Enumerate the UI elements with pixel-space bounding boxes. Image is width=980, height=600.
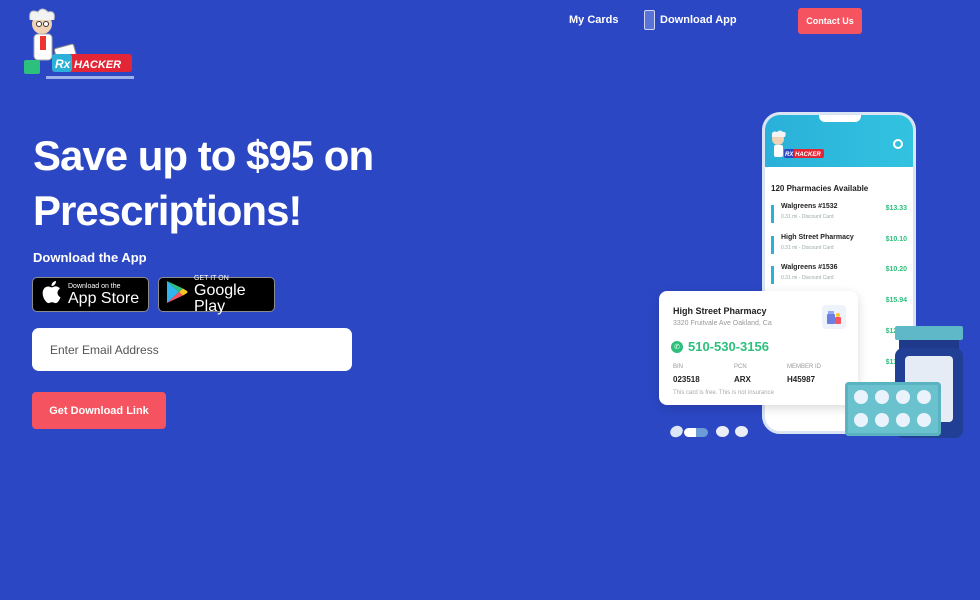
svg-text:HACKER: HACKER <box>74 59 121 71</box>
apple-icon <box>40 279 62 310</box>
pharmacy-distance: 0.31 mi - Discount Card <box>781 245 834 251</box>
top-nav: My Cards Download App Contact Us <box>0 0 980 40</box>
phone-call-icon: ✆ <box>671 340 683 353</box>
app-store-big-text: App Store <box>68 289 140 307</box>
pill <box>896 413 910 427</box>
pill <box>875 390 889 404</box>
svg-text:Rx: Rx <box>55 57 72 71</box>
pharmacy-price: $10.20 <box>885 266 907 273</box>
pharmacy-price: $15.94 <box>885 297 907 304</box>
search-icon[interactable] <box>893 139 903 149</box>
card-disclaimer: This card is free. This is not insurance <box>673 390 774 396</box>
pill <box>716 426 729 437</box>
nav-download-app[interactable]: Download App <box>644 10 737 30</box>
pharmacy-price: $13.33 <box>885 205 907 212</box>
card-address: 3320 Fruitvale Ave Oakland, Ca <box>673 320 772 327</box>
pill <box>735 426 748 437</box>
pharmacy-distance: 0.31 mi - Discount Card <box>781 275 834 281</box>
contact-us-button[interactable]: Contact Us <box>798 8 862 34</box>
phone-notch <box>819 115 861 122</box>
card-phone[interactable]: ✆ 510-530-3156 <box>671 339 769 354</box>
capsule <box>668 423 685 440</box>
pill <box>917 413 931 427</box>
pharmacy-store-icon <box>822 305 846 329</box>
member-id-value: H45987 <box>787 375 816 384</box>
row-accent-bar <box>771 266 774 284</box>
card-member-field: MEMBER ID H45987 <box>787 364 821 384</box>
bin-value: 023518 <box>673 375 700 384</box>
pharmacy-list-item[interactable]: High Street Pharmacy 0.31 mi - Discount … <box>771 234 907 256</box>
pharmacy-distance: 0.31 mi - Discount Card <box>781 214 834 220</box>
get-download-link-button[interactable]: Get Download Link <box>32 392 166 429</box>
row-accent-bar <box>771 205 774 223</box>
capsule <box>684 428 708 437</box>
card-pharmacy-name: High Street Pharmacy <box>673 306 767 316</box>
pcn-label: PCN <box>734 364 747 370</box>
pharmacy-name: Walgreens #1536 <box>781 264 838 271</box>
google-play-big-text: Google Play <box>194 281 246 315</box>
download-app-label: Download the App <box>33 250 147 265</box>
pharmacy-list-item[interactable]: Walgreens #1532 0.31 mi - Discount Card … <box>771 203 907 225</box>
email-input[interactable] <box>32 328 352 371</box>
google-play-small-text: GET IT ON <box>194 274 229 282</box>
pill <box>854 390 868 404</box>
nav-my-cards[interactable]: My Cards <box>569 14 619 26</box>
app-store-button[interactable]: Download on the App Store <box>32 277 149 312</box>
app-store-small-text: Download on the <box>68 282 121 290</box>
bin-label: BIN <box>673 364 684 370</box>
card-phone-number: 510-530-3156 <box>688 339 769 354</box>
google-play-icon <box>166 280 188 309</box>
pharmacy-name: Walgreens #1532 <box>781 203 838 210</box>
phone-logo-text: RX HACKER <box>785 152 821 158</box>
member-id-label: MEMBER ID <box>787 364 822 370</box>
blister-pack-illustration <box>845 382 941 436</box>
pcn-value: ARX <box>734 375 751 384</box>
row-accent-bar <box>771 236 774 254</box>
mobile-phone-icon <box>644 10 655 30</box>
pill <box>854 413 868 427</box>
pill <box>917 390 931 404</box>
phone-app-logo: RX HACKER <box>771 130 824 158</box>
pharmacy-discount-card: High Street Pharmacy 3320 Fruitvale Ave … <box>659 291 858 405</box>
pharmacy-name: High Street Pharmacy <box>781 234 854 241</box>
phone-app-header: RX HACKER <box>765 115 913 167</box>
pill <box>875 413 889 427</box>
card-bin-field: BIN 023518 <box>673 364 700 384</box>
pharmacies-available: 120 Pharmacies Available <box>771 184 869 193</box>
card-pcn-field: PCN ARX <box>734 364 751 384</box>
hero-title: Save up to $95 on Prescriptions! <box>33 132 374 234</box>
pharmacy-price: $10.10 <box>885 236 907 243</box>
google-play-button[interactable]: GET IT ON Google Play <box>158 274 275 315</box>
nav-download-app-label: Download App <box>660 14 737 26</box>
pharmacy-list-item[interactable]: Walgreens #1536 0.31 mi - Discount Card … <box>771 264 907 286</box>
pill <box>896 390 910 404</box>
